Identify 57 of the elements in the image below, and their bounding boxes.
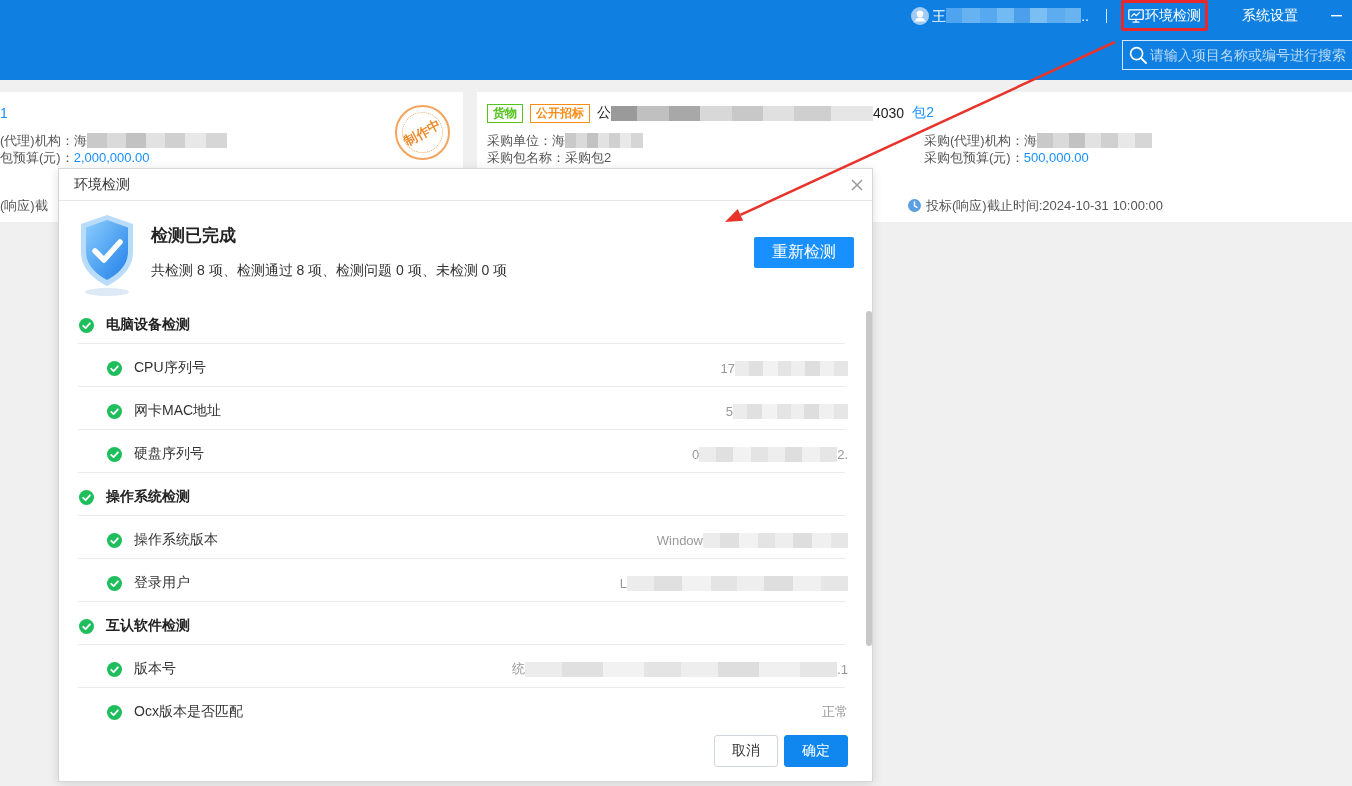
field-label: 采购包预算(元)： [924, 149, 1024, 166]
stamp-label: 制作中 [401, 115, 444, 150]
group-title: 电脑设备检测 [106, 316, 190, 334]
search-field[interactable]: 请输入项目名称或编号进行搜索 [1122, 40, 1352, 70]
field-value: 海 [552, 132, 565, 149]
check-item-label: 硬盘序列号 [134, 445, 204, 463]
nav-button[interactable]: 系统设置 [1235, 0, 1305, 31]
check-item-value: 0 [691, 446, 700, 462]
package-link[interactable]: 1 [0, 105, 8, 121]
check-item-label: CPU序列号 [134, 359, 206, 377]
shield-check-icon [78, 213, 136, 297]
confirm-button[interactable]: 确定 [784, 735, 848, 767]
field-value: 海 [73, 132, 87, 149]
check-item-value: 正常 [822, 703, 848, 721]
search-icon [1129, 46, 1147, 64]
check-item-value: .1 [837, 661, 848, 677]
user-avatar-icon [911, 6, 930, 25]
deadline-text: 投标(响应)截止时间:2024-10-31 10:00:00 [926, 197, 1163, 214]
dialog-title: 环境检测 [74, 175, 130, 194]
category-tag: 公开招标 [530, 103, 590, 123]
field-label: 采购(代理)机构： [924, 132, 1024, 149]
package-link[interactable]: 包2 [912, 104, 934, 122]
cancel-button[interactable]: 取消 [714, 735, 778, 767]
deadline-text: (响应)截 [0, 197, 48, 214]
field-label: 采购单位： [487, 132, 552, 149]
check-item-label: Ocx版本是否匹配 [134, 703, 243, 721]
field-label: 包预算(元)： [0, 149, 74, 166]
field-value: 采购包2 [565, 149, 612, 166]
check-item-value: L [619, 575, 627, 591]
check-item-value: 统 [512, 660, 526, 678]
check-item-value: 17 [720, 360, 735, 376]
field-label: (代理)机构： [0, 132, 74, 149]
check-item-value: 5 [725, 403, 733, 419]
scrollbar-thumb[interactable] [866, 311, 872, 646]
minimize-icon[interactable] [1331, 14, 1342, 17]
field-value: 500,000.00 [1023, 149, 1089, 166]
check-item-label: 登录用户 [134, 574, 190, 592]
group-title: 操作系统检测 [106, 488, 190, 506]
field-value: 海 [1023, 132, 1037, 149]
project-title: 公 [597, 104, 611, 122]
check-item-label: 网卡MAC地址 [134, 402, 222, 420]
project-title: 4030 [873, 105, 905, 121]
summary-text: 共检测 8 项、检测通过 8 项、检测问题 0 项、未检测 0 项 [151, 261, 508, 280]
group-title: 互认软件检测 [106, 617, 190, 635]
field-value: 2,000,000.00 [73, 149, 150, 166]
check-item-label: 版本号 [134, 660, 176, 678]
check-item-value: 2. [837, 446, 848, 462]
recheck-button[interactable]: 重新检测 [754, 237, 854, 268]
check-item-label: 操作系统版本 [134, 531, 218, 549]
nav-button[interactable]: 环境检测 [1121, 0, 1208, 31]
check-item-value: Window [656, 532, 703, 548]
close-icon[interactable] [851, 178, 863, 191]
user-name: 王 [932, 6, 947, 25]
status-title: 检测已完成 [151, 225, 237, 247]
field-label: 采购包名称： [487, 149, 565, 166]
user-name: .. [1081, 6, 1089, 25]
category-tag: 货物 [487, 103, 523, 123]
